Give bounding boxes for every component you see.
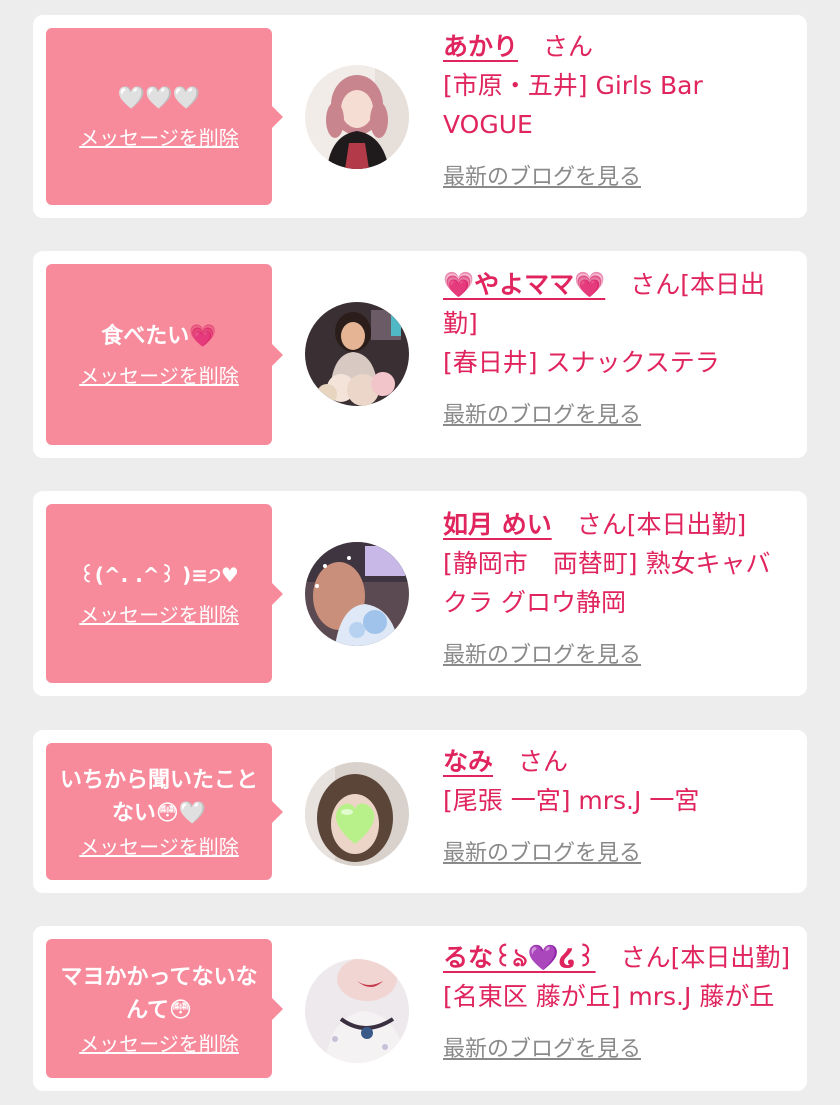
avatar[interactable] bbox=[305, 542, 409, 646]
latest-blog-link[interactable]: 最新のブログを見る bbox=[443, 636, 641, 675]
delete-message-link[interactable]: メッセージを削除 bbox=[79, 1031, 239, 1057]
honorific-text: さん[本日出勤] bbox=[551, 510, 747, 539]
honorific-text: さん bbox=[518, 32, 594, 61]
honorific-text: さん[本日出勤] bbox=[595, 943, 791, 972]
cast-name-link[interactable]: 💗やよママ💗 bbox=[443, 270, 605, 299]
cast-name-link[interactable]: 如月 めい bbox=[443, 510, 552, 539]
avatar[interactable] bbox=[305, 302, 409, 406]
latest-blog-link[interactable]: 最新のブログを見る bbox=[443, 396, 641, 435]
delete-message-link[interactable]: メッセージを削除 bbox=[79, 602, 239, 628]
message-text: ꒰(^. .^꒱ )≡੭♥ bbox=[79, 563, 239, 587]
delete-message-link[interactable]: メッセージを削除 bbox=[79, 834, 239, 860]
delete-message-link[interactable]: メッセージを削除 bbox=[79, 363, 239, 389]
message-text: 食べたい💗 bbox=[101, 324, 217, 349]
latest-blog-link[interactable]: 最新のブログを見る bbox=[443, 834, 641, 873]
avatar[interactable] bbox=[305, 959, 409, 1063]
message-text: マヨかかってないなんて😳 bbox=[60, 964, 258, 1023]
avatar[interactable] bbox=[305, 762, 409, 866]
cast-info: 如月 めい さん[本日出勤] [静岡市 両替町] 熟女キャバクラ グロウ静岡 最… bbox=[443, 505, 795, 675]
shop-info: [尾張 一宮] mrs.J 一宮 bbox=[443, 786, 700, 815]
shop-info: [市原・五井] Girls Bar VOGUE bbox=[443, 71, 703, 139]
cast-info: なみ さん [尾張 一宮] mrs.J 一宮 最新のブログを見る bbox=[443, 742, 795, 873]
message-list: 🤍🤍🤍 メッセージを削除 あかり さん [市原・五井] Girls Bar VO… bbox=[0, 0, 840, 1105]
cast-name-link[interactable]: るな꒰ঌ💜໒꒱ bbox=[443, 943, 596, 972]
cast-info: 💗やよママ💗 さん[本日出勤] [春日井] スナックステラ 最新のブログを見る bbox=[443, 265, 795, 435]
avatar[interactable] bbox=[305, 65, 409, 169]
message-card: 🤍🤍🤍 メッセージを削除 あかり さん [市原・五井] Girls Bar VO… bbox=[33, 15, 807, 218]
shop-info: [名東区 藤が丘] mrs.J 藤が丘 bbox=[443, 982, 775, 1011]
cast-info: あかり さん [市原・五井] Girls Bar VOGUE 最新のブログを見る bbox=[443, 27, 795, 197]
cast-name-link[interactable]: なみ bbox=[443, 747, 493, 776]
message-bubble: いちから聞いたことない😳🤍 メッセージを削除 bbox=[46, 743, 283, 880]
message-card: マヨかかってないなんて😳 メッセージを削除 るな꒰ঌ💜໒꒱ さん[本日出勤] [… bbox=[33, 926, 807, 1091]
message-card: いちから聞いたことない😳🤍 メッセージを削除 なみ さん [尾張 一宮] mrs… bbox=[33, 730, 807, 893]
cast-info: るな꒰ঌ💜໒꒱ さん[本日出勤] [名東区 藤が丘] mrs.J 藤が丘 最新の… bbox=[443, 938, 795, 1069]
message-text: いちから聞いたことない😳🤍 bbox=[59, 767, 258, 826]
message-bubble: ꒰(^. .^꒱ )≡੭♥ メッセージを削除 bbox=[46, 504, 283, 683]
latest-blog-link[interactable]: 最新のブログを見る bbox=[443, 1030, 641, 1069]
message-text: 🤍🤍🤍 bbox=[117, 86, 201, 111]
latest-blog-link[interactable]: 最新のブログを見る bbox=[443, 158, 641, 197]
shop-info: [春日井] スナックステラ bbox=[443, 348, 720, 377]
message-bubble: 🤍🤍🤍 メッセージを削除 bbox=[46, 28, 283, 205]
shop-info: [静岡市 両替町] 熟女キャバクラ グロウ静岡 bbox=[443, 549, 771, 617]
honorific-text: さん bbox=[493, 747, 569, 776]
delete-message-link[interactable]: メッセージを削除 bbox=[79, 125, 239, 151]
message-bubble: マヨかかってないなんて😳 メッセージを削除 bbox=[46, 939, 283, 1078]
message-card: ꒰(^. .^꒱ )≡੭♥ メッセージを削除 如月 めい さん[本日出勤] [静… bbox=[33, 491, 807, 696]
cast-name-link[interactable]: あかり bbox=[443, 32, 518, 61]
message-bubble: 食べたい💗 メッセージを削除 bbox=[46, 264, 283, 445]
message-card: 食べたい💗 メッセージを削除 💗やよママ💗 さん[本日出勤] [春日井] スナッ… bbox=[33, 251, 807, 458]
